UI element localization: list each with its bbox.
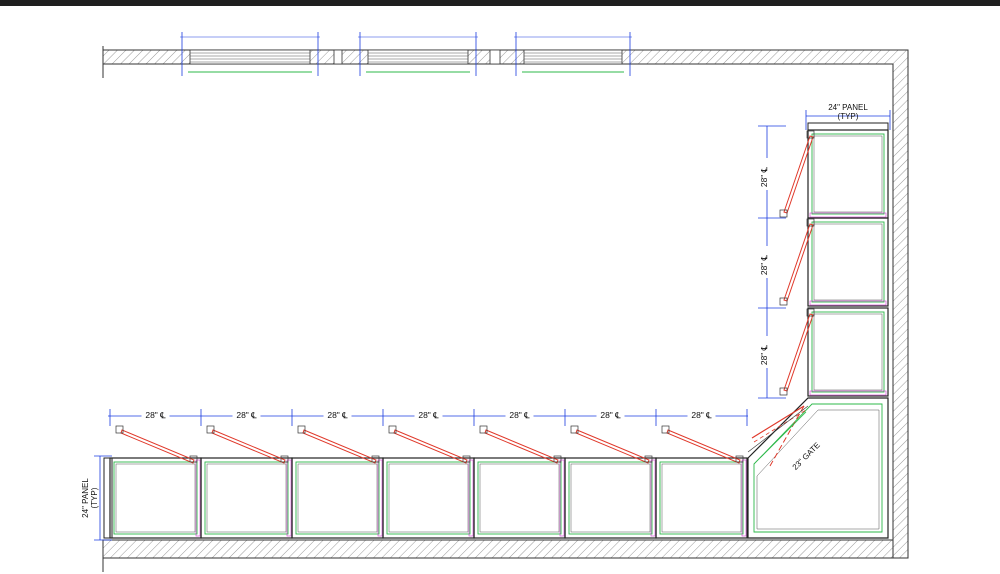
bottom-wall-hatched (102, 539, 894, 559)
panel-label-top-typ: (TYP) (838, 112, 859, 121)
mullion (489, 49, 501, 65)
dim-label-28-row: 28" ℄ (145, 410, 166, 420)
kennel-floor-plan: 28" ℄ 28" ℄ 28" ℄ 28" ℄ 28" ℄ 28" ℄ 28" ℄ 28" ℄… (0, 6, 1000, 574)
mullion (333, 49, 343, 65)
sheet-background (0, 6, 1000, 574)
dim-label-28-row: 28" ℄ (327, 410, 348, 420)
dim-label-28-row: 28" ℄ (691, 410, 712, 420)
dim-label-28-col: 28" ℄ (759, 344, 769, 365)
dim-label-28-col: 28" ℄ (759, 254, 769, 275)
panel-label-left: 24" PANEL (81, 478, 90, 518)
panel-label-left-typ: (TYP) (90, 487, 99, 508)
dim-label-28-row: 28" ℄ (509, 410, 530, 420)
dim-label-28-row: 28" ℄ (600, 410, 621, 420)
dim-label-28-row: 28" ℄ (236, 410, 257, 420)
dim-label-28-col: 28" ℄ (759, 166, 769, 187)
drawing-sheet: t 28" ℄28" ℄28" ℄28" ℄28" ℄28" ℄28" ℄28"… (0, 6, 1000, 574)
panel-label-top: 24" PANEL (828, 103, 868, 112)
dim-label-28-row: 28" ℄ (418, 410, 439, 420)
